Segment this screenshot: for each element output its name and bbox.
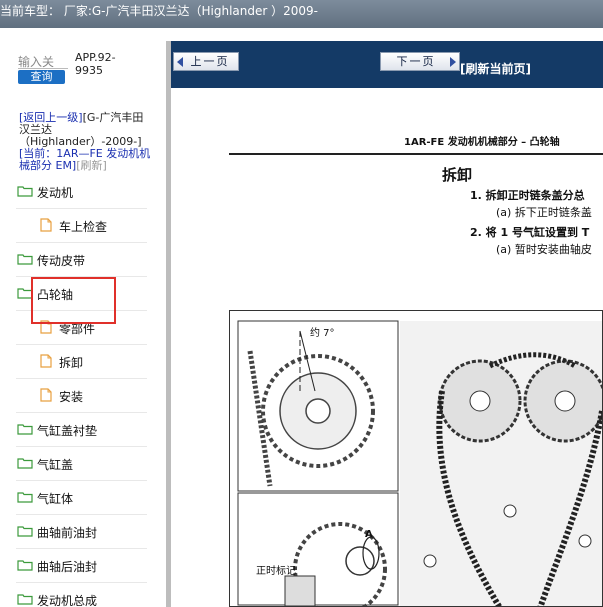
menu-tree: 发动机 车上检查 传动皮带 凸轮轴 零部件 拆卸 安装 气缸盖衬垫 气缸盖 气缸体 曲轴前油封 曲轴后… <box>0 175 165 607</box>
folder-icon <box>17 424 33 435</box>
window-title: 当前车型： 厂家:G-广汽丰田汉兰达（Highlander ）2009- <box>0 0 603 28</box>
refresh-link[interactable]: [刷新] <box>76 159 107 172</box>
page-icon <box>40 388 52 402</box>
refresh-page-link[interactable]: [刷新当前页] <box>460 60 531 77</box>
content-area: 上一页 下一页 [刷新当前页] 1AR-FE 发动机机械部分 – 凸轮轴 拆卸 … <box>171 41 603 607</box>
tree-item-label: 发动机 <box>37 186 74 200</box>
folder-icon <box>17 186 33 197</box>
folder-icon <box>17 254 33 265</box>
angle-label: 约 7° <box>310 328 335 339</box>
page-icon <box>40 354 52 368</box>
page-toolbar: 上一页 下一页 [刷新当前页] <box>171 41 603 88</box>
tree-item-label: 曲轴后油封 <box>37 560 98 574</box>
tree-item-label: 传动皮带 <box>37 254 86 268</box>
folder-icon <box>17 526 33 537</box>
next-label: 下一页 <box>396 55 436 68</box>
folder-icon <box>17 492 33 503</box>
highlight-annotation <box>31 277 116 324</box>
arrow-left-icon <box>177 57 183 67</box>
tree-item-label: 车上检查 <box>59 220 108 234</box>
inset-bottom <box>237 492 399 606</box>
tree-folder-item[interactable]: 气缸盖 <box>16 447 147 481</box>
tree-item-label: 气缸体 <box>37 492 74 506</box>
query-button[interactable]: 查询 <box>18 70 65 84</box>
tree-folder-item[interactable]: 传动皮带 <box>16 243 147 277</box>
tree-page-item[interactable]: 拆卸 <box>16 345 147 379</box>
search-underline <box>18 68 68 69</box>
step-1a: (a) 拆下正时链条盖 <box>496 206 592 219</box>
breadcrumb: [返回上一级][G-广汽丰田汉兰达（Highlander）-2009-] [当前… <box>19 112 154 172</box>
tree-item-label: 安装 <box>59 390 84 404</box>
header-rule <box>229 153 603 155</box>
tree-page-item[interactable]: 车上检查 <box>16 209 147 243</box>
tree-folder-item[interactable]: 气缸盖衬垫 <box>16 413 147 447</box>
section-title: 1AR-FE 发动机机械部分 – 凸轮轴 <box>404 137 560 148</box>
page-icon <box>40 218 52 232</box>
left-panel: 输入关 APP.92- 9935 查询 [返回上一级][G-广汽丰田汉兰达（Hi… <box>0 41 165 607</box>
folder-icon <box>17 458 33 469</box>
folder-icon <box>17 594 33 605</box>
tree-item-label: 气缸盖 <box>37 458 74 472</box>
next-page-button[interactable]: 下一页 <box>380 52 460 71</box>
arrow-right-icon <box>450 57 456 67</box>
prev-label: 上一页 <box>190 55 230 68</box>
page-heading: 拆卸 <box>442 166 473 184</box>
tree-folder-item[interactable]: 发动机总成 <box>16 583 147 607</box>
tree-page-item[interactable]: 安装 <box>16 379 147 413</box>
tree-folder-item[interactable]: 曲轴前油封 <box>16 515 147 549</box>
app-code: APP.92- 9935 <box>75 51 116 77</box>
tree-item-label: 曲轴前油封 <box>37 526 98 540</box>
step-2: 2. 将 1 号气缸设置到 T <box>470 226 590 239</box>
timing-mark-label: 正时标记 <box>256 566 296 577</box>
prev-page-button[interactable]: 上一页 <box>173 52 239 71</box>
tree-folder-item[interactable]: 曲轴后油封 <box>16 549 147 583</box>
tree-folder-item[interactable]: 发动机 <box>16 175 147 209</box>
marker-a-label: A <box>365 529 373 540</box>
tree-folder-item[interactable]: 气缸体 <box>16 481 147 515</box>
manual-page: 1AR-FE 发动机机械部分 – 凸轮轴 拆卸 1. 拆卸正时链条盖分总 (a)… <box>171 88 603 607</box>
tree-item-label: 拆卸 <box>59 356 84 370</box>
folder-icon <box>17 560 33 571</box>
step-1: 1. 拆卸正时链条盖分总 <box>470 189 585 202</box>
tree-item-label: 发动机总成 <box>37 594 98 607</box>
tree-item-label: 气缸盖衬垫 <box>37 424 98 438</box>
step-2a: (a) 暂时安装曲轴皮 <box>496 243 592 256</box>
